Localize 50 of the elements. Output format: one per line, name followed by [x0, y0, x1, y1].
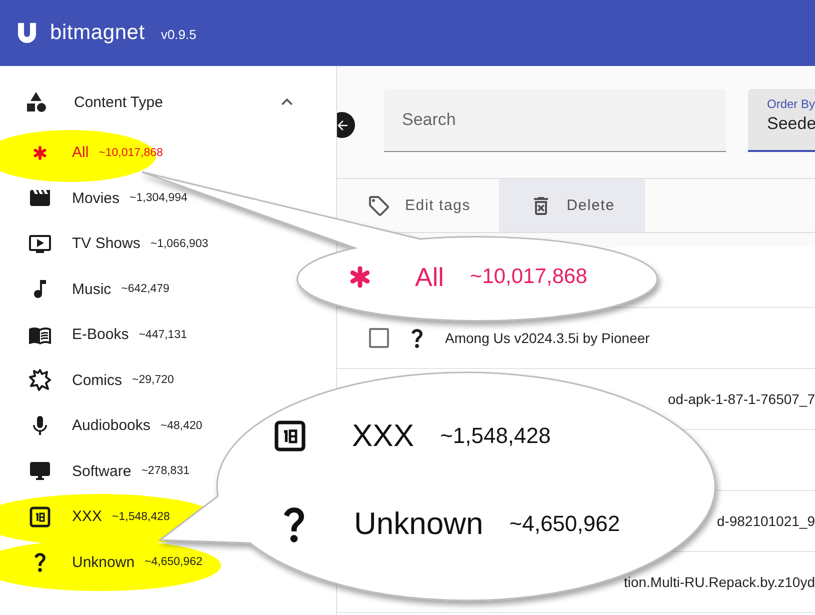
order-by-select[interactable]: Order By Seede	[748, 89, 815, 152]
callout-label: XXX	[352, 418, 414, 454]
app-name: bitmagnet	[50, 21, 145, 45]
age-rating-icon	[28, 504, 52, 529]
tag-icon	[367, 194, 391, 218]
sidebar-item[interactable]: Comics ~29,720	[0, 358, 180, 403]
torrent-title[interactable]: Among Us v2024.3.5i by Pioneer	[445, 330, 650, 346]
torrent-title[interactable]: d-982101021_9	[716, 513, 815, 529]
item-count: ~447,131	[138, 328, 187, 341]
item-label: E-Books	[72, 326, 129, 344]
delete-button[interactable]: Delete	[498, 179, 645, 232]
item-label: Music	[72, 280, 112, 298]
item-label: Software	[72, 462, 132, 480]
callout-label: All	[415, 262, 444, 292]
item-label: All	[72, 144, 89, 162]
item-count: ~642,479	[121, 283, 170, 296]
app-version: v0.9.5	[160, 27, 196, 42]
callout-count: ~4,650,962	[509, 511, 620, 537]
search-field[interactable]: Search	[384, 89, 726, 152]
item-label: Movies	[72, 190, 120, 207]
item-label: Comics	[72, 372, 122, 389]
sidebar-item[interactable]: Audiobooks ~48,420	[0, 403, 208, 448]
shapes-icon	[24, 90, 48, 114]
item-label: XXX	[72, 508, 102, 526]
item-count: ~278,831	[141, 465, 190, 478]
sidebar-item[interactable]: TV Shows ~1,066,903	[0, 221, 214, 266]
callout-count: ~1,548,428	[440, 423, 551, 449]
callout-count: ~10,017,868	[470, 265, 588, 289]
burst-icon	[28, 368, 52, 392]
torrent-title[interactable]: od-apk-1-87-1-76507_7	[668, 391, 815, 407]
item-count: ~1,304,994	[130, 192, 188, 204]
section-title: Content Type	[74, 94, 164, 110]
item-label: Unknown	[72, 554, 135, 571]
item-count: ~48,420	[160, 420, 202, 432]
item-label: TV Shows	[72, 235, 140, 252]
torrent-title[interactable]: tion.Multi-RU.Repack.by.z10yd	[624, 574, 815, 590]
sidebar-item[interactable]: Movies ~1,304,994	[0, 176, 194, 221]
sidebar-item[interactable]: E-Books ~447,131	[0, 312, 193, 358]
item-count: ~4,650,962	[144, 556, 202, 568]
sidebar-item[interactable]: Music ~642,479	[0, 266, 176, 312]
item-count: ~1,548,428	[112, 510, 170, 523]
callout-label: Unknown	[354, 506, 484, 542]
item-count: ~29,720	[132, 374, 174, 386]
item-count: ~1,066,903	[150, 238, 208, 250]
row-checkbox[interactable]	[369, 328, 389, 348]
section-header[interactable]: Content Type	[0, 74, 322, 130]
sidebar-item[interactable]: Software ~278,831	[0, 448, 196, 494]
magnet-icon	[16, 21, 38, 45]
item-label: Audiobooks	[72, 417, 150, 434]
age-rating-icon	[272, 418, 308, 454]
